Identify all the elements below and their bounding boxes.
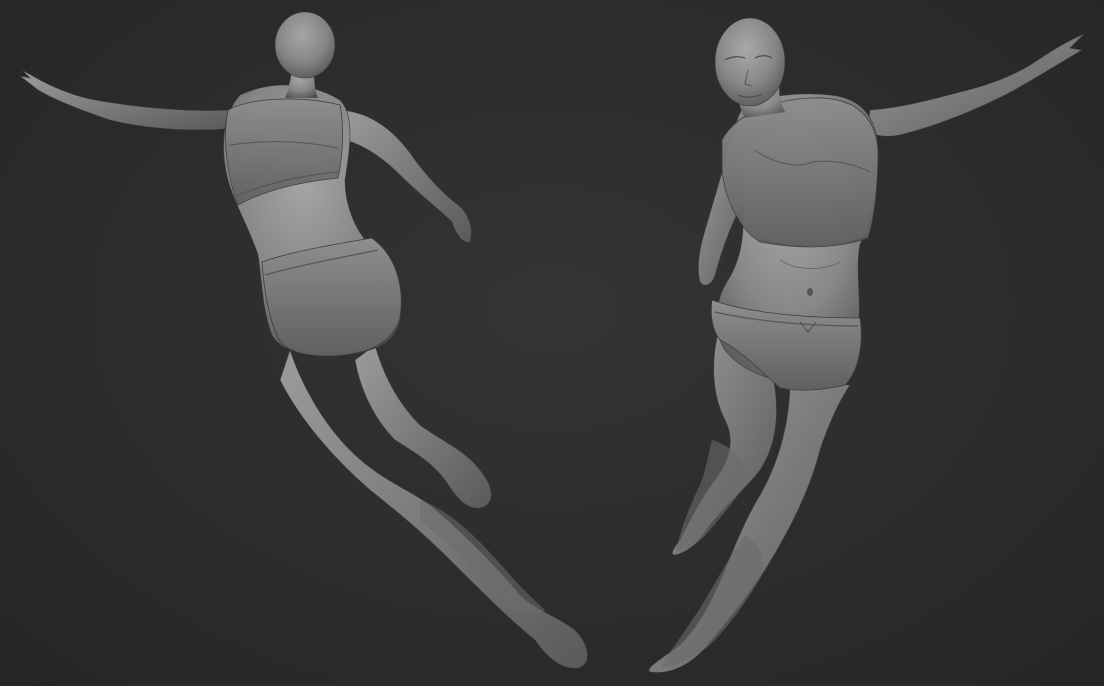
- render-viewport: [0, 0, 1104, 686]
- sculpt-render: [19, 11, 1085, 673]
- figure-front-view: [648, 17, 1085, 673]
- figure-back-view: [19, 11, 588, 669]
